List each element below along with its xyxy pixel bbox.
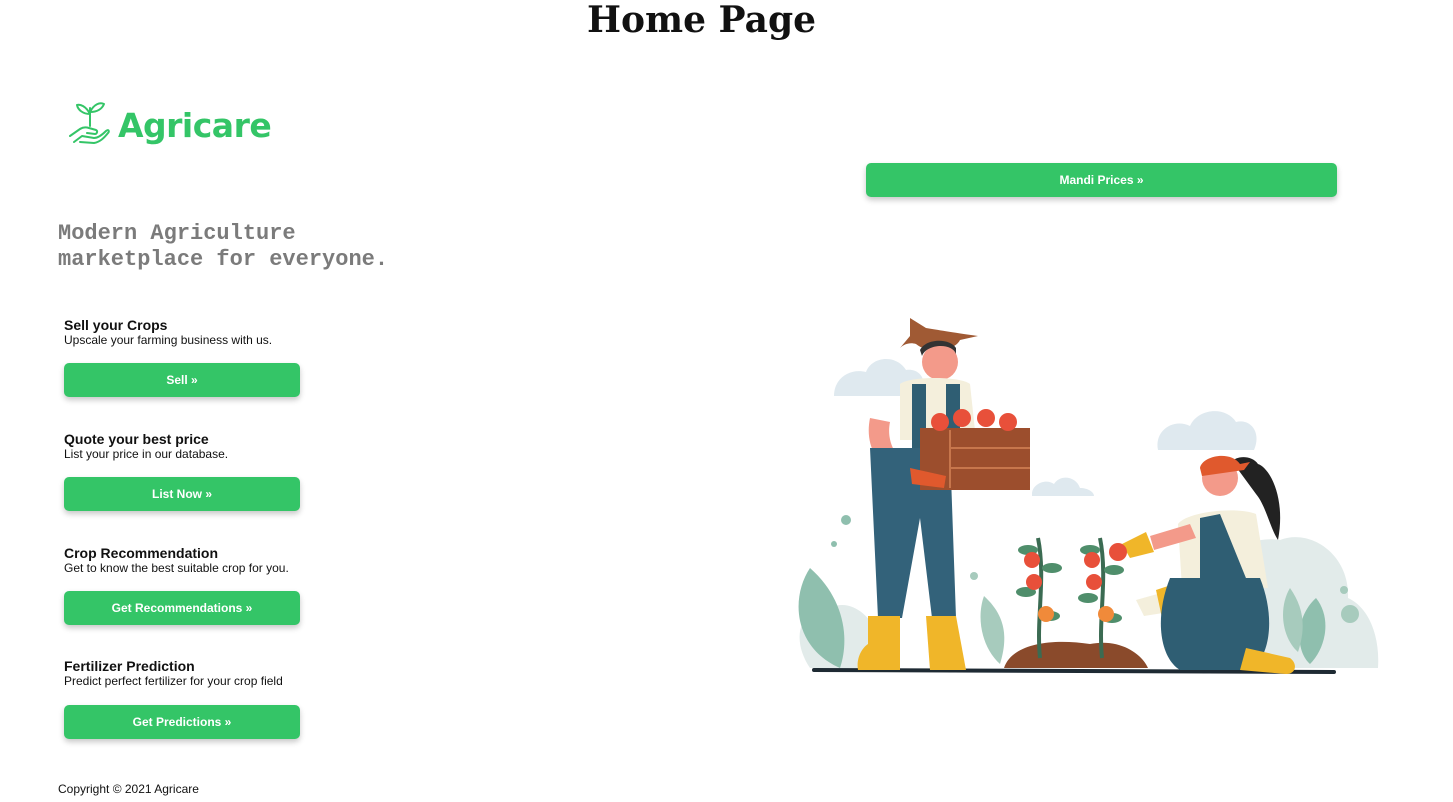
feature-fertilizer-prediction: Fertilizer Prediction Predict perfect fe… [64, 658, 364, 739]
brand-logo[interactable]: Agricare [68, 100, 272, 151]
footer-copyright: Copyright © 2021 Agricare [58, 782, 199, 796]
feature-description: Get to know the best suitable crop for y… [64, 561, 289, 575]
feature-title: Quote your best price [64, 431, 209, 447]
feature-sell: Sell your Crops Upscale your farming bus… [64, 317, 364, 397]
feature-title: Sell your Crops [64, 317, 168, 333]
get-recommendations-button[interactable]: Get Recommendations » [64, 591, 300, 625]
feature-description: List your price in our database. [64, 447, 229, 461]
hero-tagline: Modern Agriculture marketplace for every… [58, 221, 478, 273]
feature-title: Crop Recommendation [64, 545, 219, 561]
sprout-in-hand-icon [68, 100, 114, 151]
mandi-prices-button[interactable]: Mandi Prices » [866, 163, 1337, 197]
brand-name: Agricare [118, 106, 272, 145]
feature-description: Upscale your farming business with us. [64, 333, 273, 347]
tagline-line-2: marketplace for everyone. [58, 247, 389, 272]
page-title: Home Page [586, 0, 817, 41]
feature-title: Fertilizer Prediction [64, 658, 195, 674]
sell-button[interactable]: Sell » [64, 363, 300, 397]
feature-crop-recommendation: Crop Recommendation Get to know the best… [64, 545, 364, 625]
tagline-line-1: Modern Agriculture [58, 221, 296, 246]
list-now-button[interactable]: List Now » [64, 477, 300, 511]
feature-description: Predict perfect fertilizer for your crop… [64, 674, 283, 688]
farmers-harvesting-tomatoes-illustration [750, 318, 1390, 683]
feature-quote-price: Quote your best price List your price in… [64, 431, 364, 511]
get-predictions-button[interactable]: Get Predictions » [64, 705, 300, 739]
